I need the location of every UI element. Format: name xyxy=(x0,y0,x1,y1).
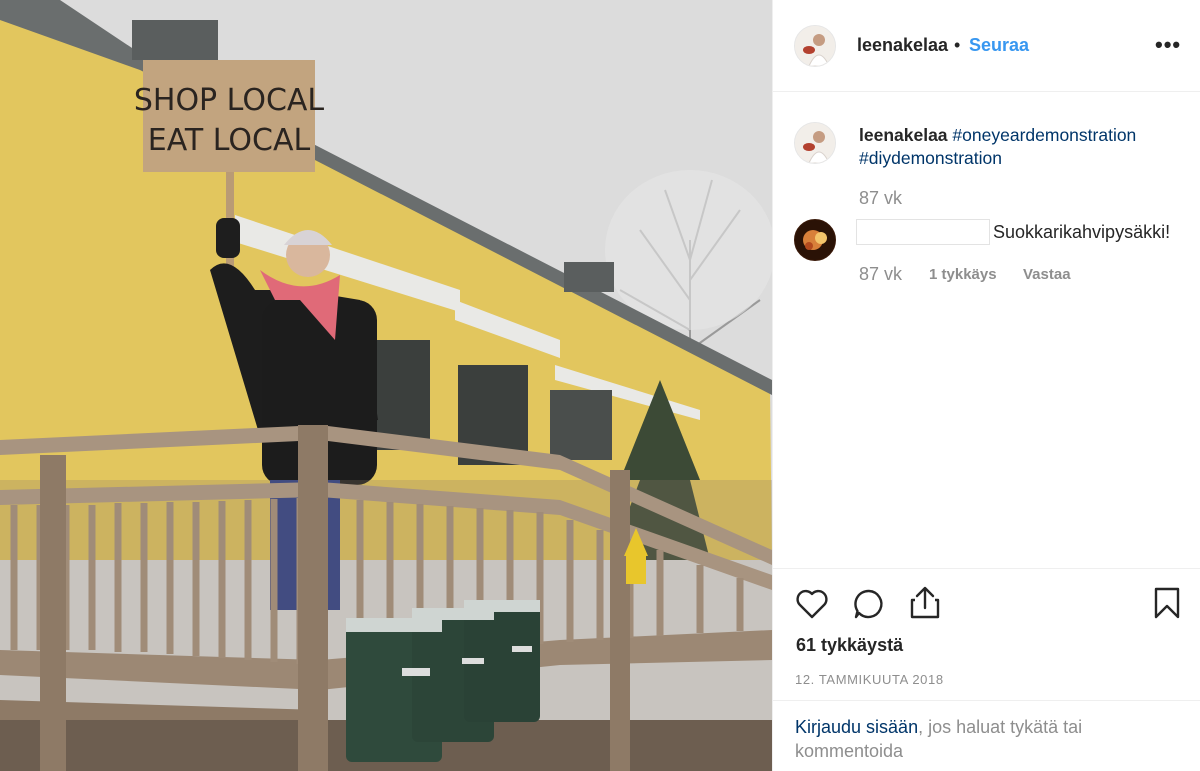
sign: SHOP LOCAL EAT LOCAL xyxy=(134,60,325,172)
hashtag-link[interactable]: #oneyeardemonstration xyxy=(952,125,1136,145)
comment-timestamp[interactable]: 87 vk xyxy=(859,264,902,284)
login-link[interactable]: Kirjaudu sisään xyxy=(795,717,918,737)
like-count[interactable]: 61 tykkäystä xyxy=(796,635,903,656)
post-photo[interactable]: SHOP LOCAL EAT LOCAL xyxy=(0,0,772,771)
comment-avatar[interactable] xyxy=(794,219,836,261)
caption-timestamp[interactable]: 87 vk xyxy=(859,188,902,209)
reply-button[interactable]: Vastaa xyxy=(1023,266,1071,283)
header-username[interactable]: leenakelaa xyxy=(857,35,948,56)
login-prompt: Kirjaudu sisään, jos haluat tykätä tai k… xyxy=(773,700,1200,771)
avatar[interactable] xyxy=(794,25,836,67)
post-actions: 61 tykkäystä 12. TAMMIKUUTA 2018 Kirjaud… xyxy=(773,568,1200,771)
hashtag-link[interactable]: #diydemonstration xyxy=(859,148,1002,168)
login-text: Kirjaudu sisään, jos haluat tykätä tai k… xyxy=(795,715,1175,763)
separator-dot: • xyxy=(954,35,961,55)
comment-likes[interactable]: 1 tykkäys xyxy=(929,266,997,283)
post-caption: leenakelaa #oneyeardemonstration #diydem… xyxy=(859,124,1179,170)
post-header: leenakelaa • Seuraa ••• xyxy=(773,0,1200,92)
sign-text-line1: SHOP LOCAL xyxy=(134,83,325,118)
sign-text-line2: EAT LOCAL xyxy=(148,123,311,158)
comment-meta: 87 vk 1 tykkäys Vastaa xyxy=(859,264,1071,285)
comment-username-redacted xyxy=(856,219,990,245)
post-sidebar: leenakelaa • Seuraa ••• leenakelaa #oney… xyxy=(772,0,1200,771)
heart-icon[interactable] xyxy=(795,588,829,620)
share-icon[interactable] xyxy=(909,586,941,620)
post-date[interactable]: 12. TAMMIKUUTA 2018 xyxy=(795,672,944,687)
post-photo-illustration: SHOP LOCAL EAT LOCAL xyxy=(0,0,772,771)
follow-button[interactable]: Seuraa xyxy=(969,35,1029,56)
caption-username[interactable]: leenakelaa xyxy=(859,125,948,145)
comment-text: Suokkarikahvipysäkki! xyxy=(993,222,1171,242)
more-options-icon[interactable]: ••• xyxy=(1155,32,1181,58)
caption-avatar[interactable] xyxy=(794,122,836,164)
comment-icon[interactable] xyxy=(853,588,885,620)
bookmark-icon[interactable] xyxy=(1153,587,1181,619)
